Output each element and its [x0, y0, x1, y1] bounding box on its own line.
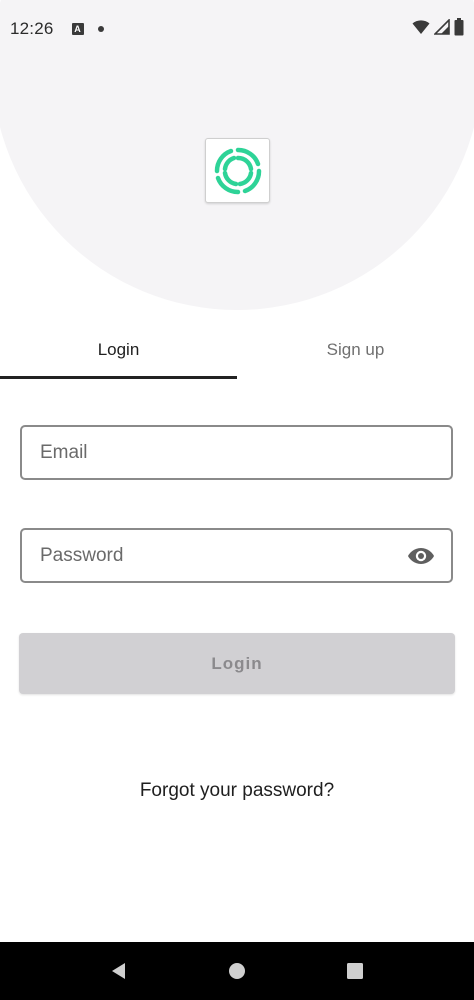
- tab-indicator: [0, 376, 237, 379]
- back-icon[interactable]: [104, 956, 134, 986]
- signal-icon: [433, 17, 450, 40]
- password-input[interactable]: [38, 543, 407, 568]
- email-field[interactable]: [20, 425, 453, 480]
- forgot-password-link[interactable]: Forgot your password?: [0, 780, 474, 802]
- tab-login[interactable]: Login: [0, 320, 237, 380]
- wifi-icon: [412, 19, 430, 40]
- recents-icon[interactable]: [340, 956, 370, 986]
- app-logo: [205, 138, 270, 203]
- dot-icon: [97, 26, 104, 32]
- status-bar: 12:26 A: [0, 0, 474, 58]
- eye-icon[interactable]: [407, 542, 435, 570]
- tab-signup[interactable]: Sign up: [237, 320, 474, 380]
- auth-tabs: Login Sign up: [0, 320, 474, 380]
- navigation-bar: [0, 942, 474, 1000]
- password-field[interactable]: [20, 528, 453, 583]
- swirl-logo-icon: [214, 147, 261, 194]
- email-input[interactable]: [38, 440, 435, 465]
- status-time: 12:26: [10, 19, 54, 38]
- battery-icon: [454, 17, 464, 41]
- login-button[interactable]: Login: [19, 633, 455, 694]
- home-icon[interactable]: [222, 956, 252, 986]
- keyboard-a-icon: A: [71, 23, 84, 35]
